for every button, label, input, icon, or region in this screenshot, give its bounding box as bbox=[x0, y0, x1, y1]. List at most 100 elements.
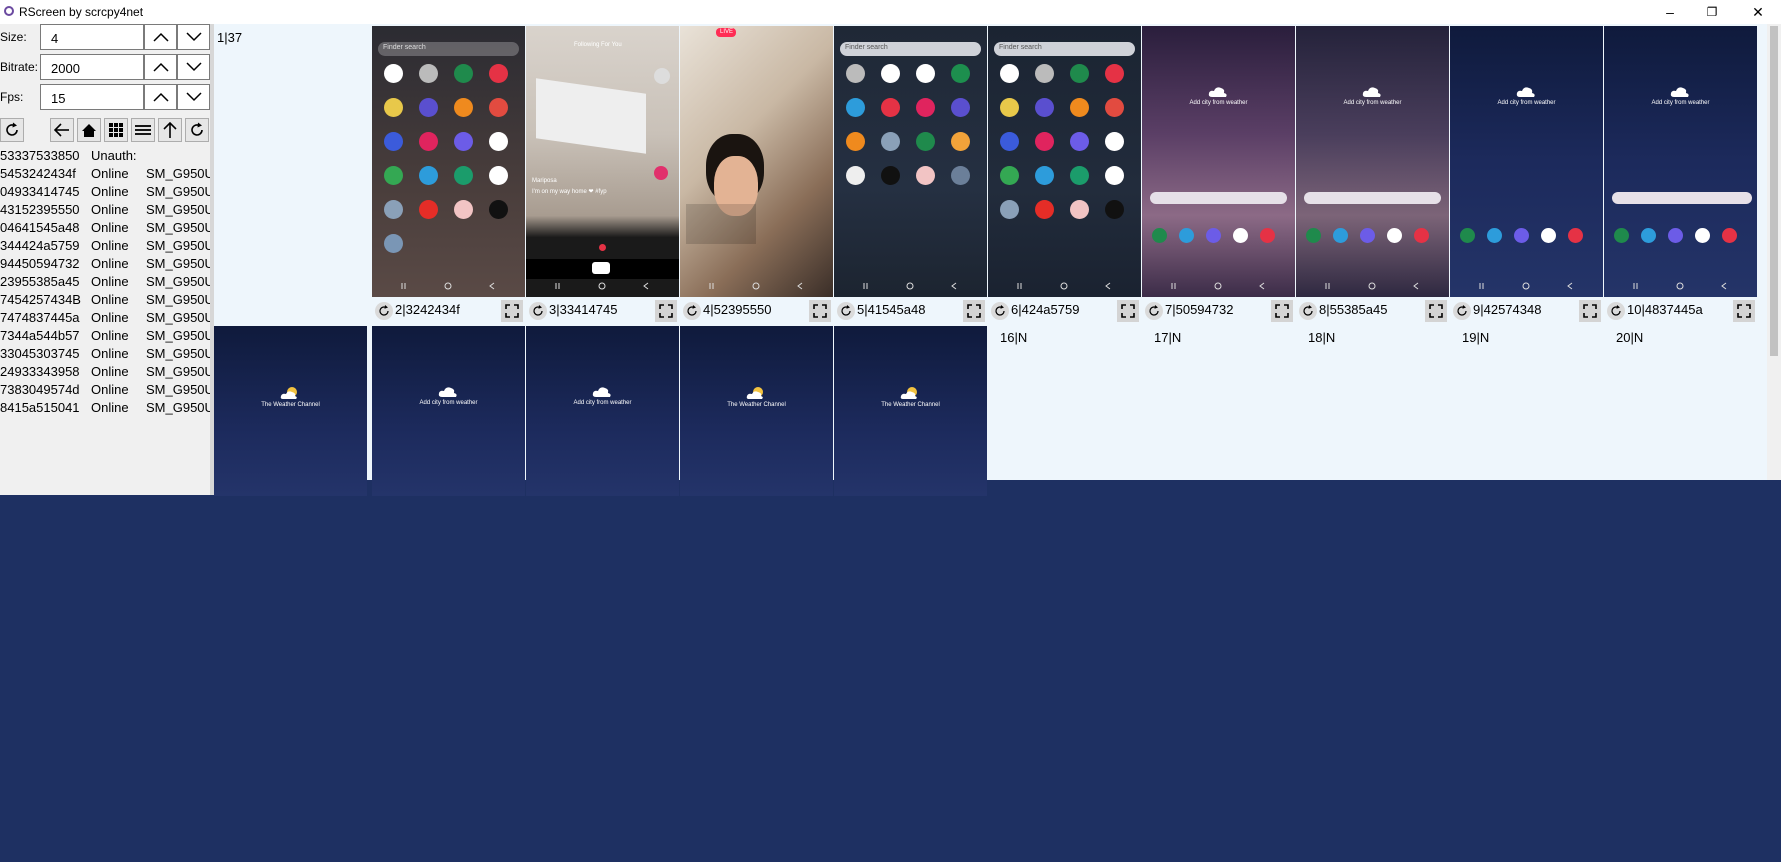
size-input[interactable]: 4 bbox=[40, 24, 144, 50]
bitrate-increment-button[interactable] bbox=[144, 54, 177, 80]
fullscreen-icon[interactable] bbox=[501, 300, 523, 322]
vertical-scrollbar[interactable] bbox=[1767, 24, 1781, 480]
slot-label: 18|N bbox=[1308, 330, 1336, 345]
device-screen[interactable]: Add city from weather bbox=[1296, 26, 1449, 297]
app-icon bbox=[4, 6, 14, 16]
fps-label: Fps: bbox=[0, 90, 24, 104]
size-label: Size: bbox=[0, 30, 27, 44]
app-switch-button[interactable] bbox=[104, 118, 128, 142]
device-screen[interactable]: Finder search bbox=[988, 26, 1141, 297]
device-label: 6|424a5759 bbox=[1011, 302, 1080, 317]
device-screen[interactable]: Finder search bbox=[372, 26, 525, 297]
slot-label: 16|N bbox=[1000, 330, 1028, 345]
title-bar: RScreen by scrcpy4net – ❐ ✕ bbox=[0, 0, 1781, 24]
chevron-down-icon bbox=[185, 62, 202, 72]
cell-toolbar: 9|42574348 bbox=[1450, 299, 1603, 323]
slot-label: 17|N bbox=[1154, 330, 1182, 345]
device-label: 9|42574348 bbox=[1473, 302, 1542, 317]
rotate-icon[interactable] bbox=[991, 302, 1009, 320]
device-screen[interactable]: Finder search bbox=[834, 26, 987, 297]
cell-toolbar: 7|50594732 bbox=[1142, 299, 1295, 323]
device-screen[interactable]: The Weather Channel bbox=[214, 326, 367, 496]
cell-toolbar: 10|4837445a bbox=[1604, 299, 1757, 323]
fullscreen-icon[interactable] bbox=[1271, 300, 1293, 322]
refresh-button[interactable] bbox=[0, 118, 24, 142]
device-label: 4|52395550 bbox=[703, 302, 772, 317]
slot-label: 20|N bbox=[1616, 330, 1644, 345]
fullscreen-icon[interactable] bbox=[1579, 300, 1601, 322]
device-label: 2|3242434f bbox=[395, 302, 460, 317]
home-button[interactable] bbox=[77, 118, 101, 142]
device-screen[interactable]: The Weather Channel bbox=[680, 326, 833, 496]
device-screen[interactable]: Add city from weather bbox=[1142, 26, 1295, 297]
size-increment-button[interactable] bbox=[144, 24, 177, 50]
rotate-icon[interactable] bbox=[1299, 302, 1317, 320]
device-screen[interactable]: Add city from weather bbox=[526, 326, 679, 496]
search-bar: Finder search bbox=[840, 42, 981, 56]
search-bar: Finder search bbox=[378, 42, 519, 56]
device-screen[interactable]: Add city from weather bbox=[1450, 26, 1603, 297]
fullscreen-icon[interactable] bbox=[1733, 300, 1755, 322]
chevron-up-icon bbox=[152, 92, 169, 102]
device-screen[interactable]: The Weather Channel bbox=[834, 326, 987, 496]
screen-grid: 1|37 Finder search 2|3242434f Following … bbox=[214, 24, 1767, 496]
close-button[interactable]: ✕ bbox=[1735, 0, 1781, 24]
menu-icon bbox=[135, 125, 151, 135]
bitrate-decrement-button[interactable] bbox=[177, 54, 210, 80]
maximize-button[interactable]: ❐ bbox=[1689, 0, 1735, 24]
fullscreen-icon[interactable] bbox=[809, 300, 831, 322]
slot-label: 1|37 bbox=[217, 30, 243, 45]
chevron-down-icon bbox=[185, 32, 202, 42]
device-label: 3|33414745 bbox=[549, 302, 618, 317]
cell-toolbar: 2|3242434f bbox=[372, 299, 525, 323]
volume-up-button[interactable] bbox=[158, 118, 182, 142]
fps-decrement-button[interactable] bbox=[177, 84, 210, 110]
fullscreen-icon[interactable] bbox=[963, 300, 985, 322]
size-decrement-button[interactable] bbox=[177, 24, 210, 50]
device-screen[interactable]: Add city from weather bbox=[1604, 26, 1757, 297]
fps-input[interactable]: 15 bbox=[40, 84, 144, 110]
arrow-left-icon bbox=[54, 123, 69, 137]
menu-button[interactable] bbox=[131, 118, 155, 142]
chevron-up-icon bbox=[152, 32, 169, 42]
fps-increment-button[interactable] bbox=[144, 84, 177, 110]
device-label: 8|55385a45 bbox=[1319, 302, 1388, 317]
cell-toolbar: 6|424a5759 bbox=[988, 299, 1141, 323]
rotate-icon[interactable] bbox=[1145, 302, 1163, 320]
bitrate-input[interactable]: 2000 bbox=[40, 54, 144, 80]
window-title: RScreen by scrcpy4net bbox=[19, 5, 144, 19]
bitrate-label: Bitrate: bbox=[0, 60, 39, 74]
cell-toolbar: 5|41545a48 bbox=[834, 299, 987, 323]
rotate-icon[interactable] bbox=[1607, 302, 1625, 320]
rotate-icon bbox=[191, 122, 203, 136]
fullscreen-icon[interactable] bbox=[1117, 300, 1139, 322]
device-label: 7|50594732 bbox=[1165, 302, 1234, 317]
cell-toolbar: 3|33414745 bbox=[526, 299, 679, 323]
arrow-up-icon bbox=[163, 122, 177, 138]
chevron-up-icon bbox=[152, 62, 169, 72]
fullscreen-icon[interactable] bbox=[1425, 300, 1447, 322]
settings-panel: Size: 4 Bitrate: 2000 Fps: 15 5333753385… bbox=[0, 24, 210, 495]
device-screen[interactable]: LIVE bbox=[680, 26, 833, 297]
rotate-button[interactable] bbox=[185, 118, 209, 142]
device-label: 5|41545a48 bbox=[857, 302, 926, 317]
rotate-icon[interactable] bbox=[529, 302, 547, 320]
slot-label: 19|N bbox=[1462, 330, 1490, 345]
rotate-icon[interactable] bbox=[1453, 302, 1471, 320]
cell-toolbar: 8|55385a45 bbox=[1296, 299, 1449, 323]
scrollbar-thumb[interactable] bbox=[1770, 26, 1778, 356]
rotate-icon[interactable] bbox=[375, 302, 393, 320]
cell-toolbar: 4|52395550 bbox=[680, 299, 833, 323]
home-icon bbox=[82, 123, 96, 137]
back-button[interactable] bbox=[50, 118, 74, 142]
minimize-button[interactable]: – bbox=[1647, 0, 1693, 24]
device-screen[interactable]: Following For You Mariposa I'm on my way… bbox=[526, 26, 679, 297]
device-screen[interactable]: Add city from weather bbox=[372, 326, 525, 496]
rotate-icon[interactable] bbox=[837, 302, 855, 320]
grid-icon bbox=[109, 123, 123, 137]
refresh-icon bbox=[6, 122, 18, 136]
fullscreen-icon[interactable] bbox=[655, 300, 677, 322]
device-label: 10|4837445a bbox=[1627, 302, 1703, 317]
rotate-icon[interactable] bbox=[683, 302, 701, 320]
chevron-down-icon bbox=[185, 92, 202, 102]
